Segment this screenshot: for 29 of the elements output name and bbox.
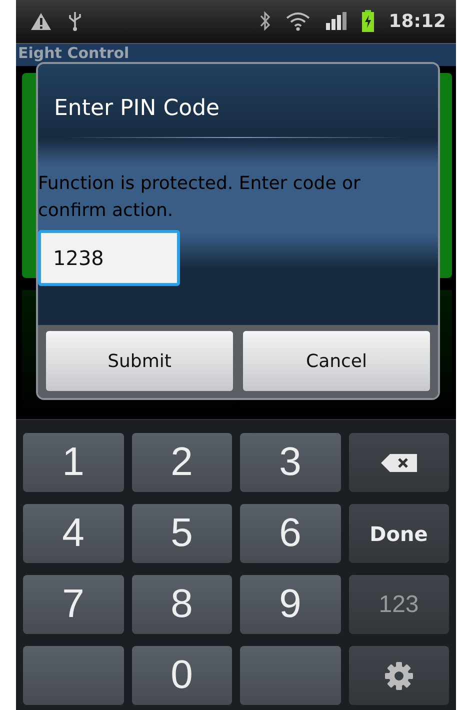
settings-key[interactable]: [348, 646, 449, 705]
digit-key[interactable]: 4: [23, 504, 124, 563]
app-title: Eight Control: [18, 44, 130, 62]
settings-icon: [382, 660, 415, 692]
battery-charging-icon: [360, 10, 375, 32]
cancel-button[interactable]: Cancel: [243, 331, 430, 391]
wifi-icon: [284, 11, 311, 32]
pin-input-field[interactable]: 1238: [38, 230, 180, 286]
digit-key[interactable]: 8: [132, 575, 232, 634]
digit-key[interactable]: 3: [240, 433, 340, 492]
digit-key[interactable]: 1: [23, 433, 124, 492]
dialog-title: Enter PIN Code: [54, 96, 221, 123]
done-key[interactable]: Done: [348, 504, 449, 563]
status-time: 18:12: [388, 10, 446, 32]
dialog-message: Function is protected. Enter code or confirm action.: [38, 172, 362, 223]
mode-key[interactable]: 123: [348, 575, 449, 634]
digit-key[interactable]: 5: [132, 504, 232, 563]
usb-icon: [68, 10, 82, 32]
signal-icon: [324, 12, 347, 30]
digit-key[interactable]: 9: [240, 575, 340, 634]
digit-key[interactable]: 7: [23, 575, 124, 634]
backspace-key[interactable]: [348, 433, 449, 492]
bluetooth-icon: [258, 11, 271, 32]
submit-button[interactable]: Submit: [46, 331, 233, 391]
digit-key[interactable]: 6: [240, 504, 340, 563]
digit-key[interactable]: 0: [132, 646, 232, 705]
warning-icon: [30, 12, 52, 31]
digit-key[interactable]: 2: [132, 433, 232, 492]
backspace-icon: [380, 452, 418, 472]
